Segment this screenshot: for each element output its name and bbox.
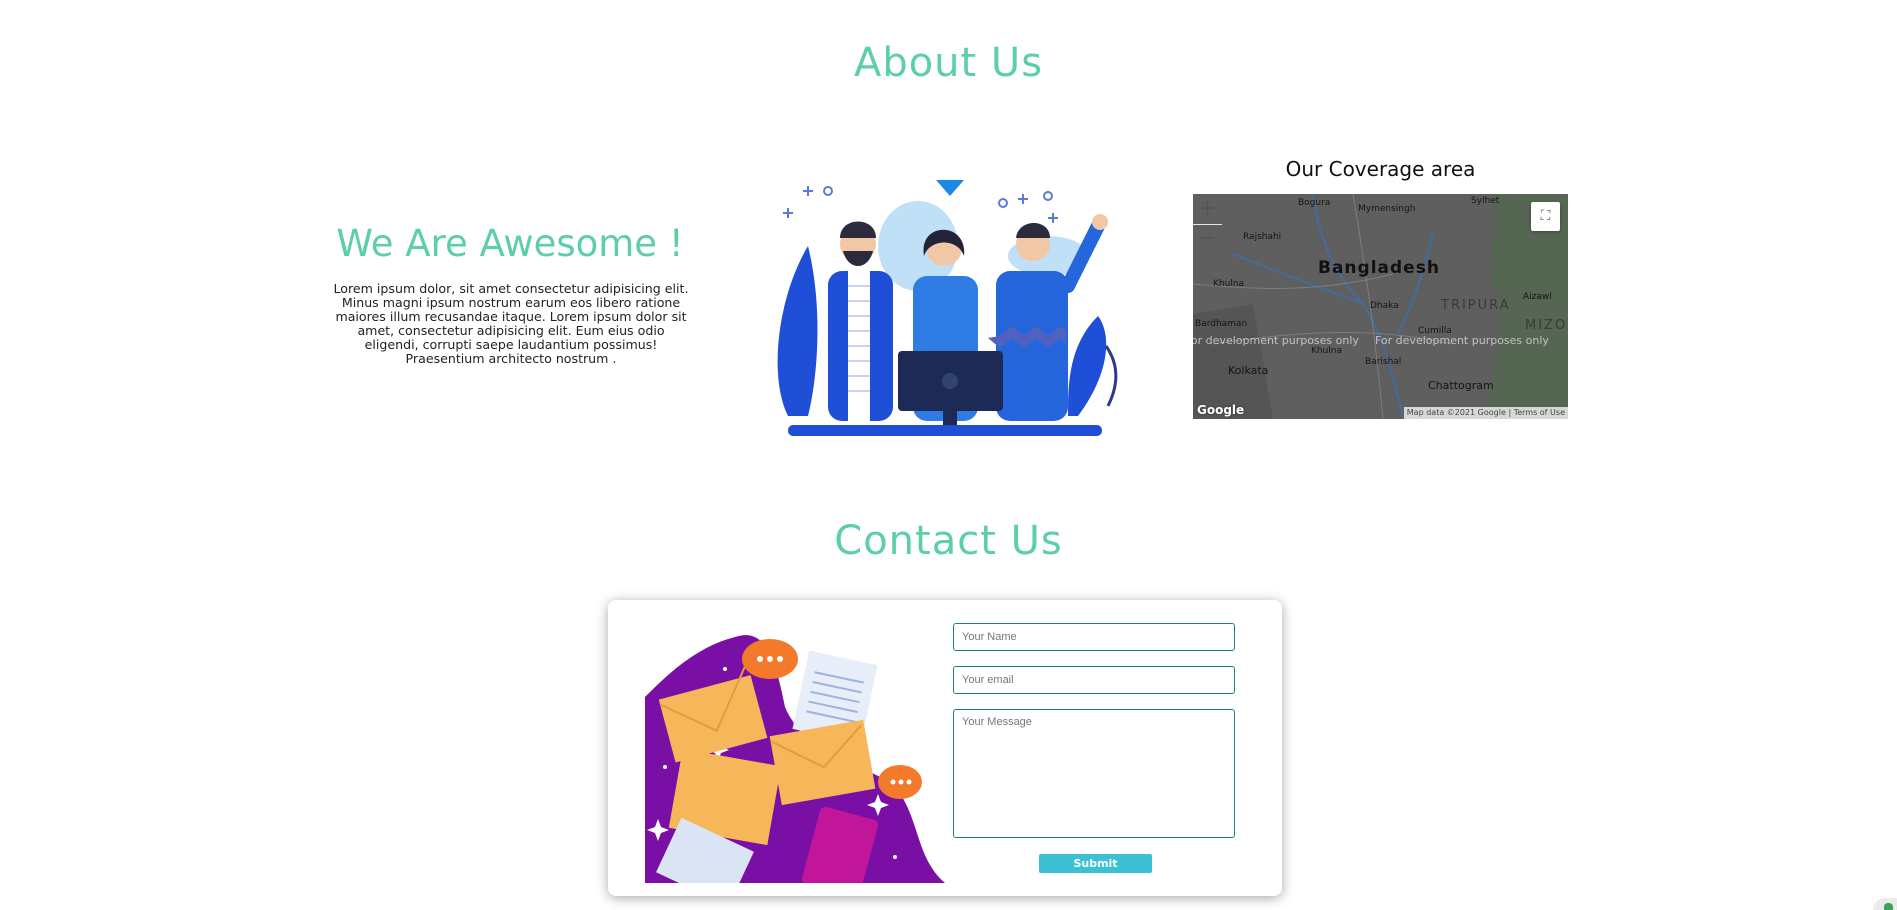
map-dev-watermark-left: For development purposes only xyxy=(1193,334,1359,347)
map-city-berhampore: Khulna xyxy=(1213,279,1245,289)
contact-card: Submit xyxy=(608,600,1282,896)
about-text: Lorem ipsum dolor, sit amet consectetur … xyxy=(333,281,689,366)
map-country-label: Bangladesh xyxy=(1318,258,1440,278)
chat-widget-button[interactable] xyxy=(1873,898,1897,910)
about-headline: We Are Awesome ! xyxy=(336,222,684,265)
envelopes-illustration xyxy=(645,635,945,883)
map-city-dhaka: Dhaka xyxy=(1370,301,1399,311)
map-city-bardhaman: Bardhaman xyxy=(1195,319,1248,329)
chat-icon xyxy=(1884,903,1893,910)
about-title: About Us xyxy=(853,40,1044,86)
map-city-mymensingh: Mymensingh xyxy=(1358,204,1416,214)
map-data-attribution: Map data ©2021 Google xyxy=(1406,408,1506,417)
fullscreen-icon: ⛶ xyxy=(1540,208,1551,224)
map-city-aizawl: Aizawl xyxy=(1523,292,1552,302)
map-dev-watermark-right: For development purposes only xyxy=(1375,334,1549,347)
coverage-title: Our Coverage area xyxy=(1285,157,1476,181)
map-zoom-in-button[interactable]: + xyxy=(1193,194,1222,225)
email-input[interactable] xyxy=(953,666,1235,694)
map-attribution: Map data ©2021 Google | Terms of Use xyxy=(1403,407,1568,419)
map-city-barishal: Barishal xyxy=(1365,357,1402,367)
message-textarea[interactable] xyxy=(953,709,1235,838)
map-zoom-control: + − xyxy=(1193,194,1222,255)
map-fullscreen-button[interactable]: ⛶ xyxy=(1531,202,1560,231)
map-terms-link[interactable]: Terms of Use xyxy=(1514,408,1565,417)
name-input[interactable] xyxy=(953,623,1235,651)
team-illustration xyxy=(777,180,1118,436)
map-city-rajshahi: Rajshahi xyxy=(1243,232,1282,242)
map-city-khulna: Khulna xyxy=(1311,346,1343,356)
map-city-kolkata: Kolkata xyxy=(1228,364,1269,377)
coverage-map[interactable]: Bogura Mymensingh Sylhet Rajshahi Bangla… xyxy=(1193,194,1568,419)
map-city-sylhet: Sylhet xyxy=(1471,196,1500,206)
contact-title: Contact Us xyxy=(834,518,1063,564)
map-city-chattogram: Chattogram xyxy=(1428,379,1494,392)
google-logo[interactable]: Google xyxy=(1197,403,1244,417)
map-region-mizoram: MIZORA xyxy=(1525,318,1568,333)
map-zoom-out-button[interactable]: − xyxy=(1193,224,1222,254)
submit-button[interactable]: Submit xyxy=(1039,854,1152,873)
map-city-bogura: Bogura xyxy=(1298,198,1331,208)
map-region-tripura: TRIPURA xyxy=(1441,298,1511,313)
